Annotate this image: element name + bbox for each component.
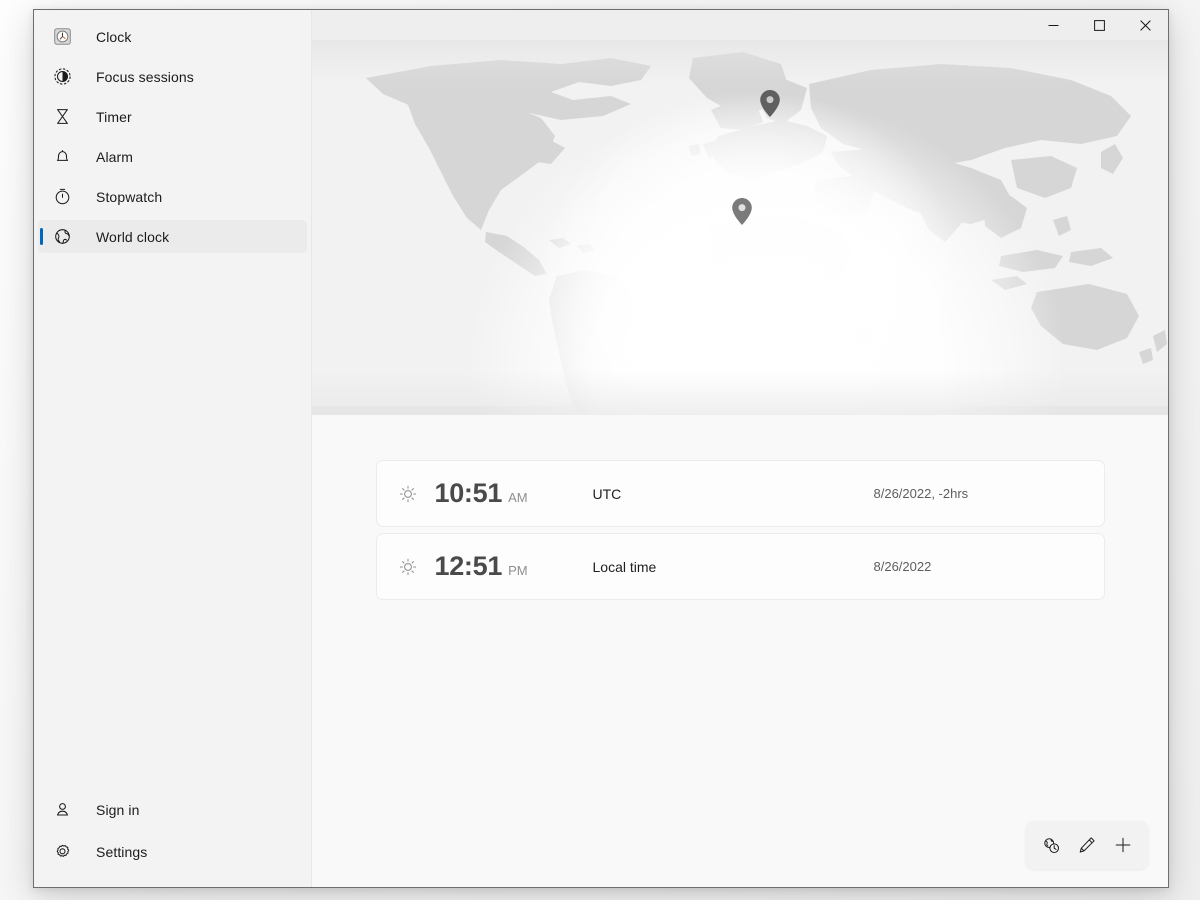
clock-time-meridiem: PM xyxy=(508,563,528,578)
clock-time-meridiem: AM xyxy=(508,490,528,505)
sidebar-item-label: Sign in xyxy=(96,802,140,818)
clock-app-icon xyxy=(52,27,72,47)
clock-date-label: 8/26/2022 xyxy=(874,559,1104,574)
sidebar-item-label: Stopwatch xyxy=(96,189,162,205)
clock-time-value: 12:51 xyxy=(435,551,503,582)
sidebar-item-label: Alarm xyxy=(96,149,133,165)
world-map[interactable] xyxy=(312,40,1168,415)
sidebar-item-label: Focus sessions xyxy=(96,69,194,85)
gear-icon xyxy=(52,842,72,862)
clock-date-label: 8/26/2022, -2hrs xyxy=(874,486,1104,501)
clock-time: 12:51 PM xyxy=(435,551,555,582)
sun-icon xyxy=(399,485,421,503)
stopwatch-icon xyxy=(52,187,72,207)
edit-button[interactable] xyxy=(1069,828,1105,862)
sidebar-item-label: Settings xyxy=(96,844,147,860)
close-button[interactable] xyxy=(1122,10,1168,40)
focus-sessions-icon xyxy=(52,67,72,87)
clock-card[interactable]: 10:51 AM UTC 8/26/2022, -2hrs xyxy=(376,460,1105,527)
sidebar-item-focus-sessions[interactable]: Focus sessions xyxy=(38,60,307,93)
clock-app-window: Clock Focus sessions xyxy=(33,9,1169,888)
sidebar-item-settings[interactable]: Settings xyxy=(38,835,307,868)
sidebar-item-label: World clock xyxy=(96,229,169,245)
clock-zone-label: Local time xyxy=(593,559,874,575)
sun-icon xyxy=(399,558,421,576)
maximize-button[interactable] xyxy=(1076,10,1122,40)
navigation-sidebar: Clock Focus sessions xyxy=(34,10,312,887)
sidebar-item-timer[interactable]: Timer xyxy=(38,100,307,133)
sidebar-item-world-clock[interactable]: World clock xyxy=(38,220,307,253)
clock-time: 10:51 AM xyxy=(435,478,555,509)
bell-icon xyxy=(52,147,72,167)
compare-times-button[interactable] xyxy=(1033,828,1069,862)
globe-icon xyxy=(52,227,72,247)
world-clock-list: 10:51 AM UTC 8/26/2022, -2hrs xyxy=(312,415,1168,887)
clock-zone-label: UTC xyxy=(593,486,874,502)
title-bar xyxy=(312,10,1168,40)
clock-time-value: 10:51 xyxy=(435,478,503,509)
desktop-background: Clock Focus sessions xyxy=(0,0,1200,900)
sidebar-nav-list: Clock Focus sessions xyxy=(34,20,311,260)
sidebar-item-label: Timer xyxy=(96,109,132,125)
sidebar-bottom-nav: Sign in Settings xyxy=(34,793,311,877)
sidebar-item-stopwatch[interactable]: Stopwatch xyxy=(38,180,307,213)
selection-indicator xyxy=(40,228,43,245)
action-toolbar xyxy=(1026,821,1148,869)
sidebar-item-alarm[interactable]: Alarm xyxy=(38,140,307,173)
person-icon xyxy=(52,800,72,820)
add-clock-button[interactable] xyxy=(1105,828,1141,862)
sidebar-item-label: Clock xyxy=(96,29,132,45)
main-pane: 10:51 AM UTC 8/26/2022, -2hrs xyxy=(312,10,1168,887)
minimize-button[interactable] xyxy=(1030,10,1076,40)
clock-card[interactable]: 12:51 PM Local time 8/26/2022 xyxy=(376,533,1105,600)
sidebar-item-sign-in[interactable]: Sign in xyxy=(38,793,307,826)
hourglass-icon xyxy=(52,107,72,127)
sidebar-item-clock[interactable]: Clock xyxy=(38,20,307,53)
